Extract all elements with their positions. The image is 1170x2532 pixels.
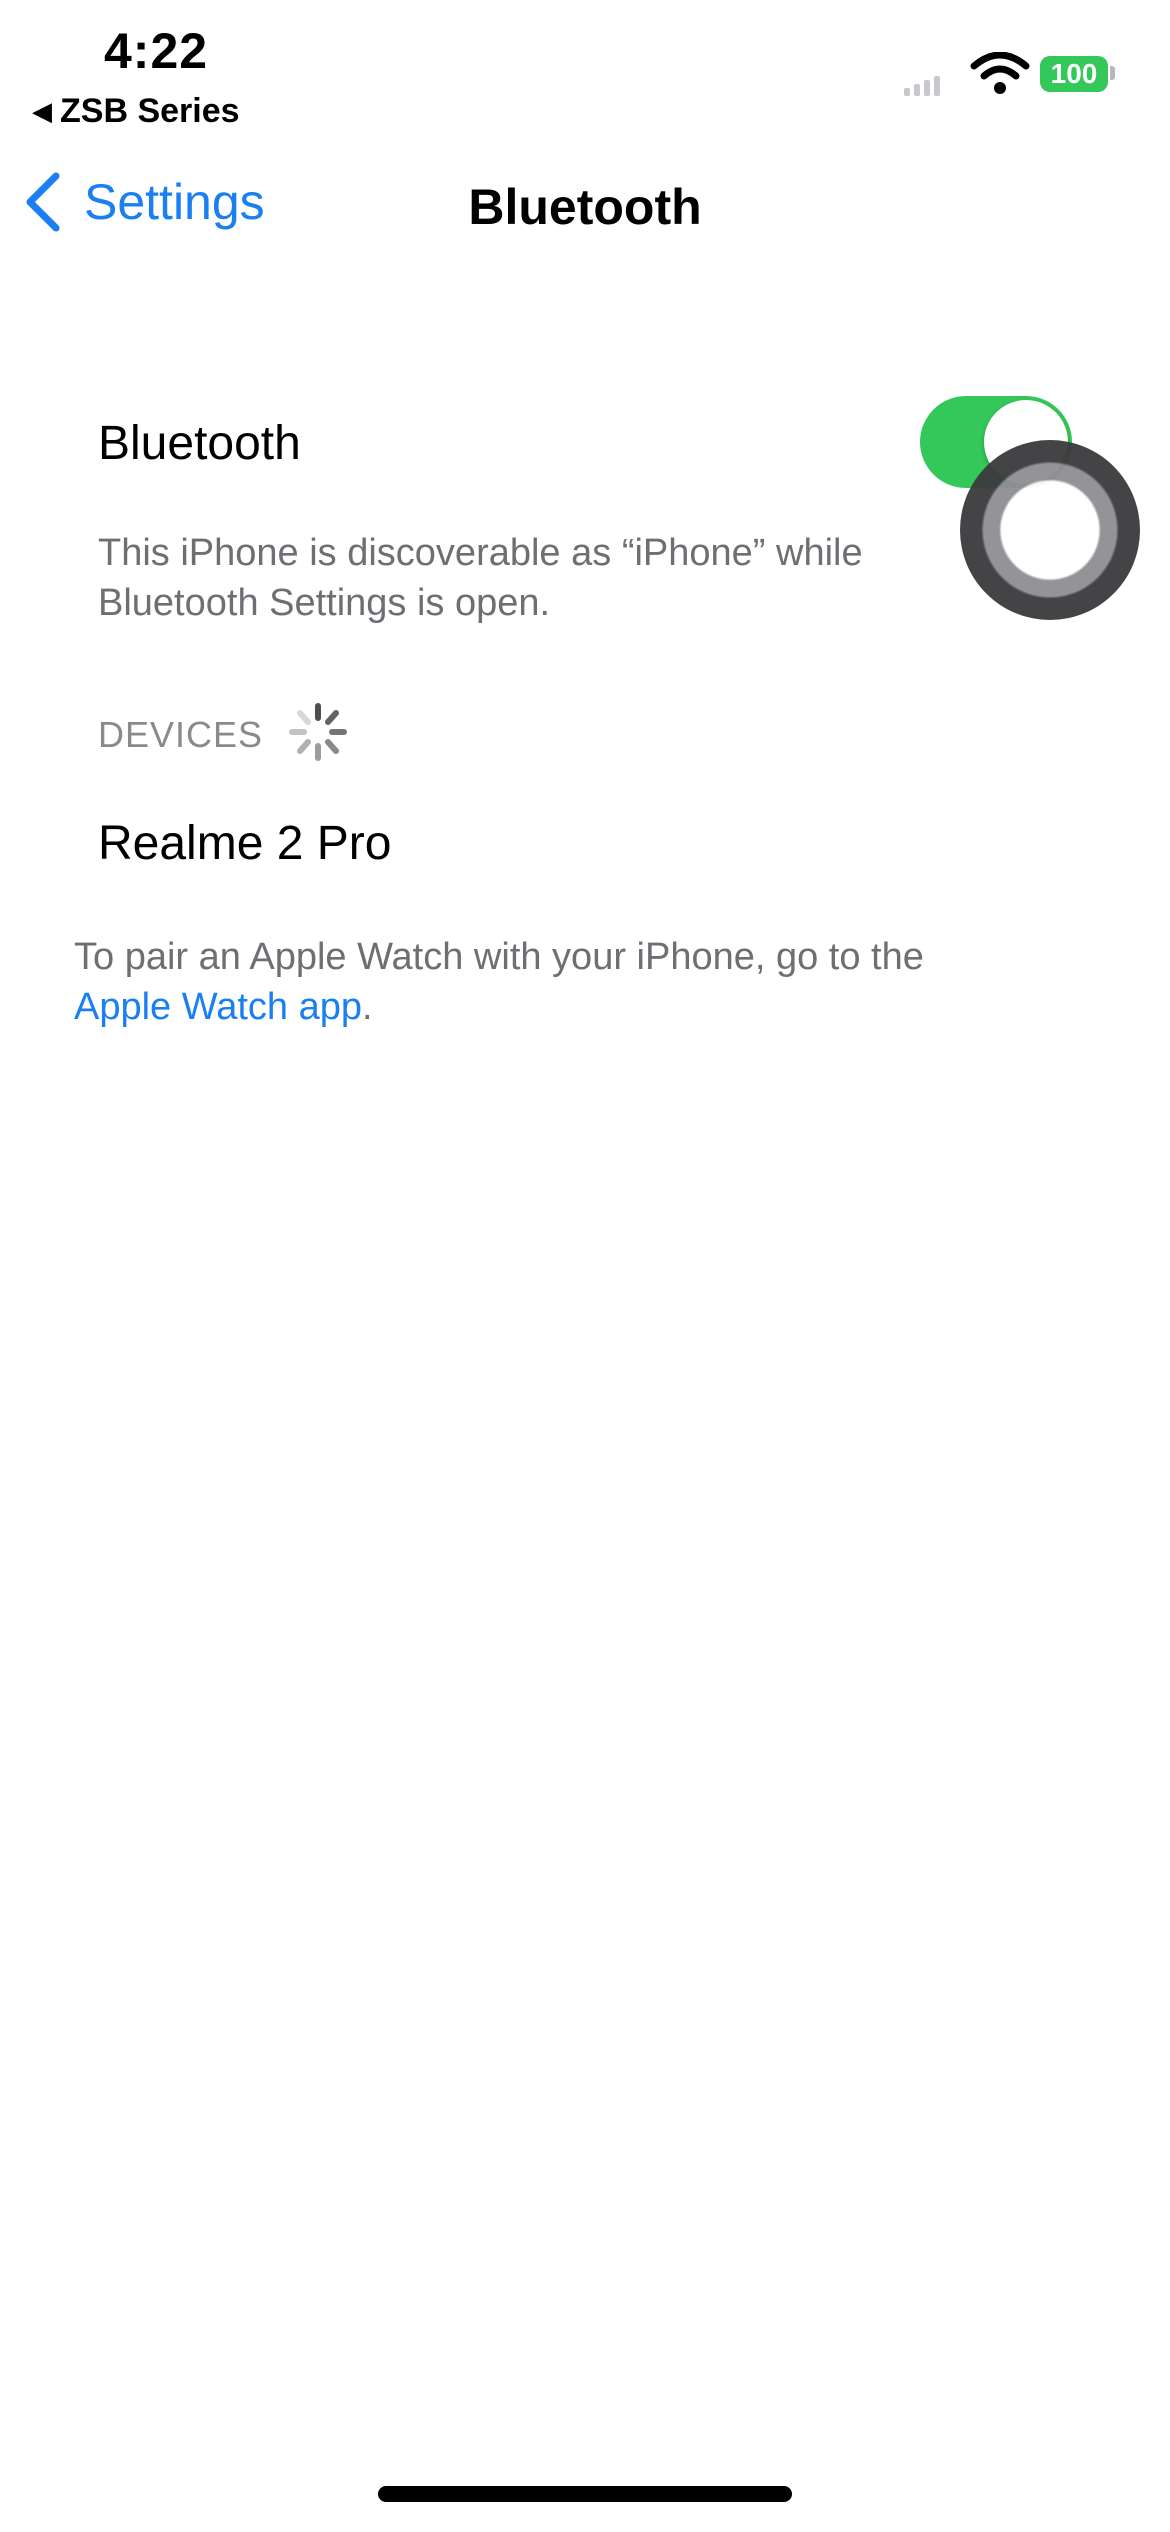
battery-cap bbox=[1110, 66, 1115, 80]
apple-watch-app-link[interactable]: Apple Watch app bbox=[74, 986, 362, 1028]
wifi-icon bbox=[970, 52, 1030, 94]
back-triangle-icon: ◀ bbox=[32, 96, 52, 126]
device-item-realme-2-pro[interactable]: Realme 2 Pro bbox=[98, 816, 391, 871]
pair-note-text: To pair an Apple Watch with your iPhone,… bbox=[74, 936, 924, 978]
cellular-signal-icon bbox=[904, 76, 940, 96]
bluetooth-label: Bluetooth bbox=[98, 417, 301, 470]
home-indicator[interactable] bbox=[378, 2486, 792, 2502]
pair-note-suffix: . bbox=[362, 986, 373, 1028]
status-time: 4:22 bbox=[104, 23, 209, 79]
apple-watch-pair-note: To pair an Apple Watch with your iPhone,… bbox=[74, 932, 1074, 1032]
discoverable-description: This iPhone is discoverable as “iPhone” … bbox=[98, 532, 863, 624]
devices-section-header: DEVICES bbox=[98, 714, 264, 755]
back-app-label: ZSB Series bbox=[60, 92, 240, 130]
battery-icon: 100 bbox=[1040, 56, 1108, 92]
page-title: Bluetooth bbox=[468, 179, 702, 235]
battery-level: 100 bbox=[1050, 58, 1098, 89]
loading-spinner-icon bbox=[289, 703, 347, 761]
assistive-touch-icon[interactable] bbox=[960, 440, 1140, 620]
back-to-app[interactable]: ◀ ZSB Series bbox=[32, 92, 240, 131]
